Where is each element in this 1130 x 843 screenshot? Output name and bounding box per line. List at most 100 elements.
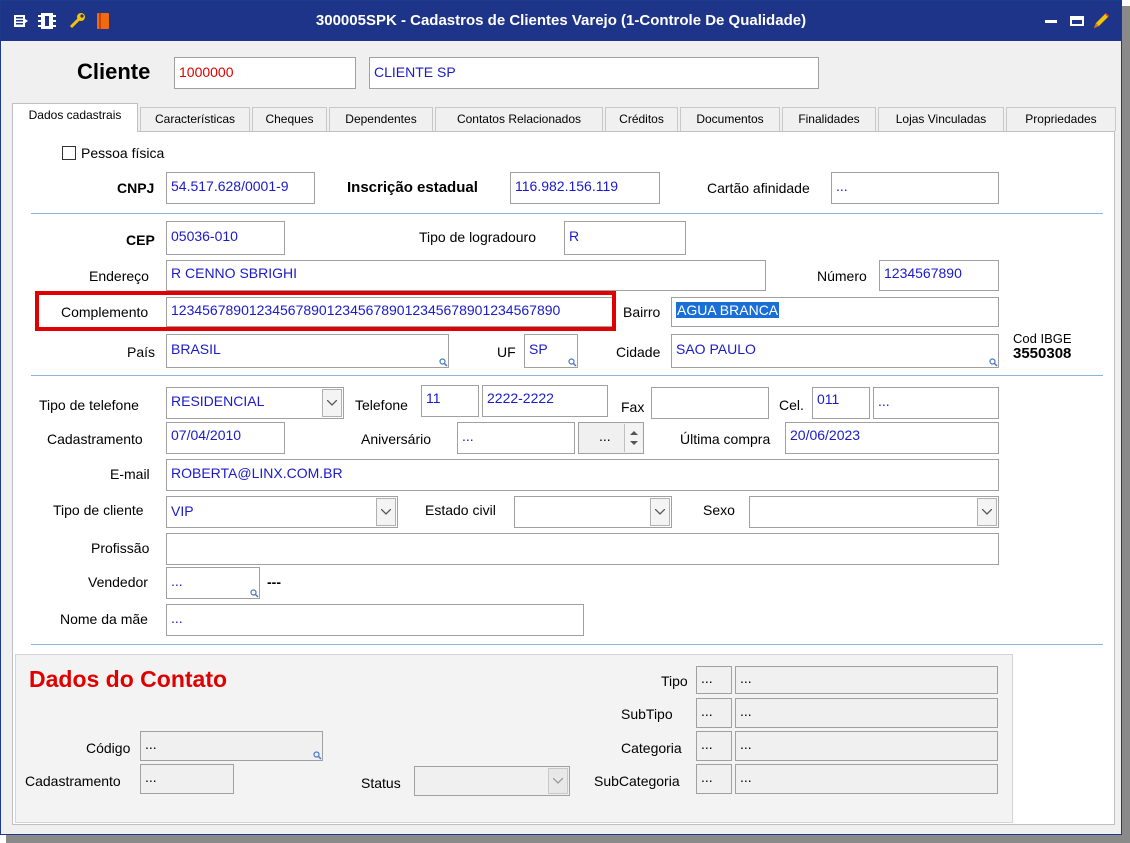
profissao-label: Profissão xyxy=(91,540,150,556)
contato-subtipo-label: SubTipo xyxy=(621,706,673,722)
vendedor-name: --- xyxy=(267,574,281,590)
contato-categoria-code-field[interactable]: ... xyxy=(696,731,732,761)
tab-contatos-relacionados[interactable]: Contatos Relacionados xyxy=(435,107,603,131)
contato-cadastramento-field[interactable]: ... xyxy=(140,764,234,794)
tab-creditos[interactable]: Créditos xyxy=(605,107,678,131)
lookup-magnifier-icon[interactable] xyxy=(989,358,998,367)
client-name-field[interactable]: CLIENTE SP xyxy=(369,57,819,89)
spin-icon[interactable] xyxy=(624,424,642,452)
menu-icon[interactable] xyxy=(11,11,31,31)
window-title: 300005SPK - Cadastros de Clientes Varejo… xyxy=(315,12,807,29)
lookup-magnifier-icon[interactable] xyxy=(568,358,577,367)
contato-tipo-desc-field[interactable]: ... xyxy=(735,666,998,694)
pessoa-fisica-checkbox[interactable] xyxy=(62,146,76,160)
fax-field[interactable] xyxy=(651,387,769,419)
cnpj-field[interactable]: 54.517.628/0001-9 xyxy=(166,172,315,204)
tipo-telefone-value: RESIDENCIAL xyxy=(171,393,265,409)
tab-finalidades[interactable]: Finalidades xyxy=(782,107,876,131)
cadastramento-field[interactable]: 07/04/2010 xyxy=(166,422,285,454)
lookup-magnifier-icon[interactable] xyxy=(313,751,322,760)
complemento-highlight-box xyxy=(35,291,616,331)
contato-codigo-field[interactable]: ... xyxy=(140,731,323,761)
book-icon[interactable] xyxy=(93,11,113,31)
cnpj-label: CNPJ xyxy=(117,180,155,196)
cod-ibge-label: Cod IBGE xyxy=(1013,331,1072,346)
tipo-cliente-value: VIP xyxy=(171,503,194,519)
contato-subtipo-code-field[interactable]: ... xyxy=(696,698,732,728)
dropdown-arrow-icon[interactable] xyxy=(650,498,670,526)
dropdown-arrow-icon[interactable] xyxy=(977,498,997,526)
contato-subtipo-desc-field[interactable]: ... xyxy=(735,698,998,728)
numero-label: Número xyxy=(817,268,867,284)
email-field[interactable]: ROBERTA@LINX.COM.BR xyxy=(166,459,999,491)
tipo-telefone-select[interactable]: RESIDENCIAL xyxy=(166,387,344,419)
tab-propriedades[interactable]: Propriedades xyxy=(1006,107,1116,131)
client-label: Cliente xyxy=(77,59,151,84)
contato-tipo-code-field[interactable]: ... xyxy=(696,666,732,694)
tab-dados-cadastrais[interactable]: Dados cadastrais xyxy=(12,103,138,132)
tools-icon[interactable] xyxy=(67,11,87,31)
endereco-label: Endereço xyxy=(89,268,149,284)
lookup-magnifier-icon[interactable] xyxy=(439,358,448,367)
contato-cadastramento-label: Cadastramento xyxy=(25,773,121,789)
cel-ddd-field[interactable]: 011 xyxy=(812,387,870,419)
tab-caracteristicas[interactable]: Características xyxy=(140,107,250,131)
sexo-label: Sexo xyxy=(703,502,735,518)
uf-field[interactable]: SP xyxy=(524,334,578,368)
dropdown-arrow-icon[interactable] xyxy=(548,768,568,794)
endereco-field[interactable]: R CENNO SBRIGHI xyxy=(166,260,766,291)
ddd-field[interactable]: 11 xyxy=(421,385,479,417)
tipo-telefone-label: Tipo de telefone xyxy=(39,397,139,413)
vendedor-field[interactable]: ... xyxy=(166,567,260,599)
cartao-label: Cartão afinidade xyxy=(707,180,810,196)
dropdown-arrow-icon[interactable] xyxy=(376,498,396,526)
contato-categoria-desc-field[interactable]: ... xyxy=(735,731,998,761)
divider xyxy=(31,213,1103,214)
tab-dependentes[interactable]: Dependentes xyxy=(329,107,433,131)
minimize-icon[interactable] xyxy=(1041,11,1061,31)
cidade-value: SAO PAULO xyxy=(676,341,756,357)
pessoa-fisica-label: Pessoa física xyxy=(81,145,165,161)
sexo-select[interactable] xyxy=(749,496,999,528)
numero-field[interactable]: 1234567890 xyxy=(879,260,999,291)
aniversario-field[interactable]: ... xyxy=(457,422,575,454)
tab-lojas-vinculadas[interactable]: Lojas Vinculadas xyxy=(878,107,1004,131)
restore-icon[interactable] xyxy=(1067,11,1087,31)
estado-civil-label: Estado civil xyxy=(425,502,496,518)
tipo-logradouro-field[interactable]: R xyxy=(564,221,686,255)
ultima-compra-field[interactable]: 20/06/2023 xyxy=(785,422,999,454)
tipo-cliente-select[interactable]: VIP xyxy=(166,496,398,528)
tab-documentos[interactable]: Documentos xyxy=(680,107,780,131)
cartao-field[interactable]: ... xyxy=(831,172,999,204)
ie-label: Inscrição estadual xyxy=(347,179,478,196)
vendedor-value: ... xyxy=(171,573,183,589)
contato-subcategoria-label: SubCategoria xyxy=(594,773,680,789)
contato-status-select[interactable] xyxy=(414,766,570,796)
dropdown-arrow-icon[interactable] xyxy=(322,389,342,417)
cep-label: CEP xyxy=(126,232,155,248)
uf-label: UF xyxy=(497,344,516,360)
tab-cheques[interactable]: Cheques xyxy=(252,107,327,131)
telefone-field[interactable]: 2222-2222 xyxy=(482,385,608,417)
ie-field[interactable]: 116.982.156.119 xyxy=(510,172,660,204)
profissao-field[interactable] xyxy=(166,533,999,565)
bairro-label: Bairro xyxy=(623,304,661,320)
contato-subcategoria-code-field[interactable]: ... xyxy=(696,764,732,794)
cidade-label: Cidade xyxy=(616,344,661,360)
aniversario-spin-field[interactable]: ... xyxy=(578,422,644,454)
contact-heading: Dados do Contato xyxy=(29,666,228,692)
lookup-magnifier-icon[interactable] xyxy=(250,589,259,598)
pais-field[interactable]: BRASIL xyxy=(166,334,449,368)
cidade-field[interactable]: SAO PAULO xyxy=(671,334,999,368)
cel-field[interactable]: ... xyxy=(873,387,999,419)
pencil-icon[interactable] xyxy=(1091,11,1111,31)
cep-field[interactable]: 05036-010 xyxy=(166,221,285,255)
estado-civil-select[interactable] xyxy=(514,496,672,528)
client-code-field[interactable]: 1000000 xyxy=(174,57,356,89)
email-label: E-mail xyxy=(110,466,150,482)
bairro-field[interactable]: AGUA BRANCA xyxy=(671,297,999,327)
ultima-compra-label: Última compra xyxy=(680,431,771,447)
contato-subcategoria-desc-field[interactable]: ... xyxy=(735,764,998,794)
nome-mae-field[interactable]: ... xyxy=(166,604,584,636)
tree-icon[interactable] xyxy=(37,11,57,31)
